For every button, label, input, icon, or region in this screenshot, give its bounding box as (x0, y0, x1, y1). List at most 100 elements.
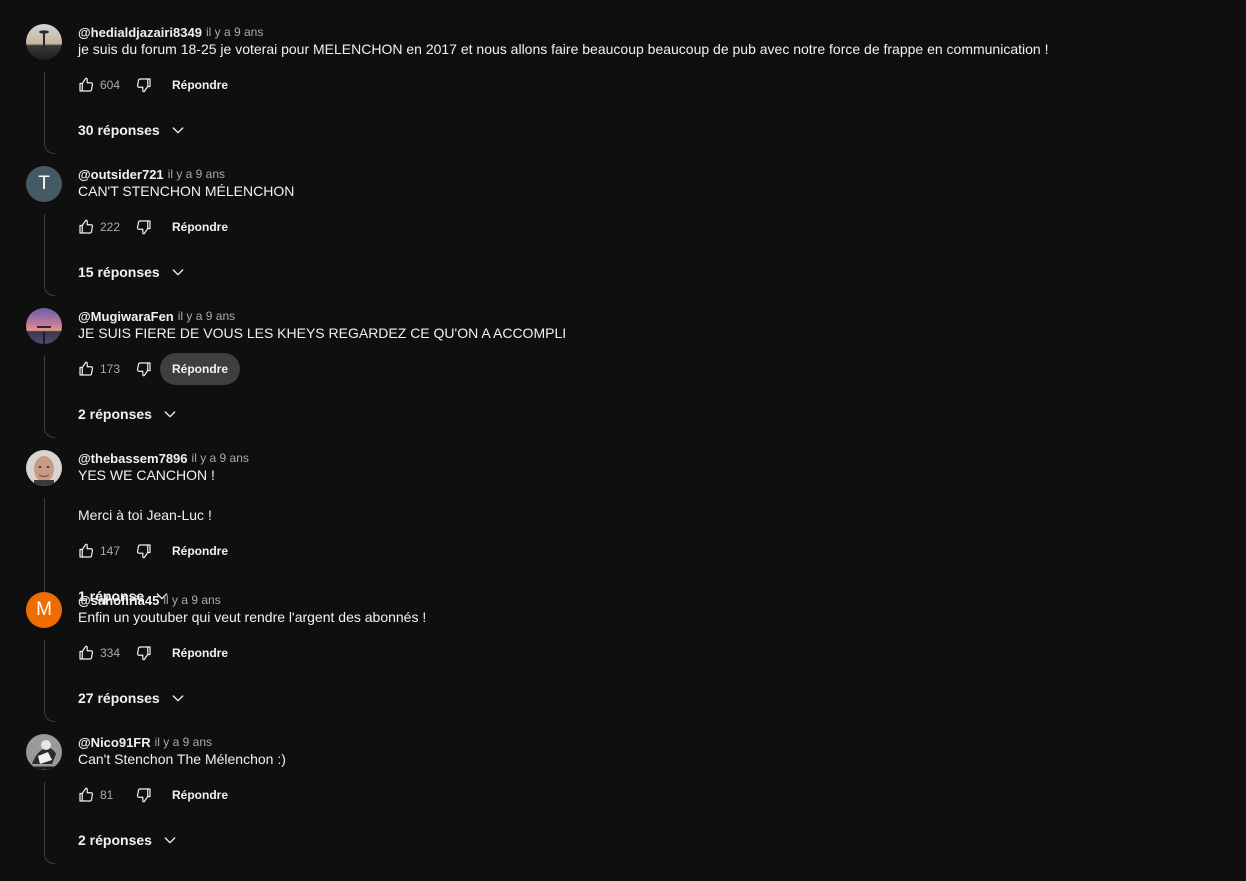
reply-button[interactable]: Répondre (160, 353, 241, 385)
thumbs-up-icon (79, 219, 94, 234)
comment-text-line: JE SUIS FIERE DE VOUS LES KHEYS REGARDEZ… (78, 325, 567, 341)
avatar[interactable] (26, 308, 62, 344)
thread-connector-line (44, 214, 55, 296)
like-count: 147 (100, 544, 121, 558)
author-name[interactable]: @MugiwaraFen (78, 309, 174, 324)
avatar[interactable] (26, 734, 62, 770)
show-replies-button[interactable]: 27 réponses (78, 686, 186, 710)
author-name[interactable]: @hedialdjazairi8349 (78, 25, 202, 40)
author-name[interactable]: @Nico91FR (78, 735, 151, 750)
comment-text: JE SUIS FIERE DE VOUS LES KHEYS REGARDEZ… (78, 323, 566, 343)
like-button[interactable] (70, 535, 102, 567)
comment-timestamp[interactable]: il y a 9 ans (206, 25, 263, 39)
like-button[interactable] (70, 637, 102, 669)
author-name[interactable]: @outsider721 (78, 167, 164, 182)
chevron-down-icon (170, 690, 186, 706)
author-name[interactable]: @sahofiria45 (78, 593, 159, 608)
chevron-down-icon (170, 122, 186, 138)
comment-text: CAN'T STENCHON MÉLENCHON (78, 181, 294, 201)
thumbs-up-icon (79, 77, 94, 92)
dislike-button[interactable] (128, 353, 160, 385)
avatar-letter: M (36, 599, 52, 620)
reply-button[interactable]: Répondre (160, 637, 240, 669)
like-count: 81 (100, 788, 114, 802)
comment-header: @thebassem7896 il y a 9 ans (78, 450, 249, 466)
replies-count-label: 15 réponses (78, 264, 160, 280)
thumbs-up-icon (79, 361, 94, 376)
comment-actions: 81 Répondre (70, 779, 240, 811)
comment-actions: 334 Répondre (70, 637, 240, 669)
show-replies-button[interactable]: 2 réponses (78, 402, 178, 426)
like-button[interactable] (70, 779, 102, 811)
thumbs-down-icon (136, 788, 151, 803)
comments-section: @hedialdjazairi8349 il y a 9 ans je suis d… (0, 0, 1246, 881)
reply-button[interactable]: Répondre (160, 535, 240, 567)
comment-text-line: YES WE CANCHON ! (78, 467, 215, 483)
dislike-button[interactable] (128, 637, 160, 669)
thread-connector-line (44, 356, 55, 438)
comment-thread: @Nico91FR il y a 9 ans Can't Stenchon The … (0, 734, 1246, 876)
comment-header: @Nico91FR il y a 9 ans (78, 734, 212, 750)
thumbs-up-icon (79, 543, 94, 558)
comment-thread: T @outsider721 il y a 9 ans CAN'T STENCHON … (0, 166, 1246, 308)
comment-thread: @thebassem7896 il y a 9 ans YES WE CANCHON… (0, 450, 1246, 620)
replies-count-label: 27 réponses (78, 690, 160, 706)
thread-connector-line (44, 782, 55, 864)
comment-timestamp[interactable]: il y a 9 ans (178, 309, 235, 323)
reply-button[interactable]: Répondre (160, 69, 240, 101)
comment-timestamp[interactable]: il y a 9 ans (168, 167, 225, 181)
reply-button[interactable]: Répondre (160, 779, 240, 811)
dislike-button[interactable] (128, 69, 160, 101)
comment-thread: M @sahofiria45 il y a 9 ans Enfin un youtub… (0, 592, 1246, 734)
face-photo-avatar (26, 450, 62, 486)
thumbs-down-icon (136, 646, 151, 661)
avatar[interactable]: M (26, 592, 62, 628)
comment-actions: 173 Répondre (70, 353, 241, 385)
comment-text-line: Merci à toi Jean-Luc ! (78, 507, 212, 523)
thumbs-up-icon (79, 787, 94, 802)
avatar[interactable]: T (26, 166, 62, 202)
dislike-button[interactable] (128, 211, 160, 243)
comment-timestamp[interactable]: il y a 9 ans (155, 735, 212, 749)
thumbs-down-icon (136, 220, 151, 235)
like-button[interactable] (70, 353, 102, 385)
show-replies-button[interactable]: 15 réponses (78, 260, 186, 284)
show-replies-button[interactable]: 2 réponses (78, 828, 178, 852)
comment-timestamp[interactable]: il y a 9 ans (163, 593, 220, 607)
comment-text-line: je suis du forum 18-25 je voterai pour M… (78, 41, 1049, 57)
sunset-photo-avatar (26, 308, 62, 344)
dislike-button[interactable] (128, 535, 160, 567)
chevron-down-icon (162, 832, 178, 848)
comment-text-line: CAN'T STENCHON MÉLENCHON (78, 183, 295, 199)
like-button[interactable] (70, 69, 102, 101)
comment-header: @sahofiria45 il y a 9 ans (78, 592, 221, 608)
comment-text: YES WE CANCHON ! Merci à toi Jean-Luc ! (78, 465, 215, 525)
comment-thread: @MugiwaraFen il y a 9 ans JE SUIS FIERE DE… (0, 308, 1246, 450)
bw-illustration-avatar (26, 734, 62, 770)
comment-text-line: Enfin un youtuber qui veut rendre l'arge… (78, 609, 427, 625)
comment-thread: @hedialdjazairi8349 il y a 9 ans je suis d… (0, 24, 1246, 166)
avatar[interactable] (26, 450, 62, 486)
comment-text-line (78, 485, 215, 505)
comment-actions: 604 Répondre (70, 69, 240, 101)
thread-connector-line (44, 72, 55, 154)
replies-count-label: 2 réponses (78, 406, 152, 422)
comment-timestamp[interactable]: il y a 9 ans (192, 451, 249, 465)
author-name[interactable]: @thebassem7896 (78, 451, 188, 466)
thumbs-up-icon (79, 645, 94, 660)
thumbs-down-icon (136, 544, 151, 559)
comment-text: Can't Stenchon The Mélenchon :) (78, 749, 286, 769)
chevron-down-icon (170, 264, 186, 280)
replies-count-label: 2 réponses (78, 832, 152, 848)
thumbs-down-icon (136, 78, 151, 93)
comment-text-line: Can't Stenchon The Mélenchon :) (78, 751, 286, 767)
comment-text: je suis du forum 18-25 je voterai pour M… (78, 39, 1048, 59)
like-count: 222 (100, 220, 121, 234)
replies-count-label: 30 réponses (78, 122, 160, 138)
avatar[interactable] (26, 24, 62, 60)
show-replies-button[interactable]: 30 réponses (78, 118, 186, 142)
reply-button[interactable]: Répondre (160, 211, 240, 243)
dislike-button[interactable] (128, 779, 160, 811)
like-button[interactable] (70, 211, 102, 243)
comment-header: @MugiwaraFen il y a 9 ans (78, 308, 235, 324)
